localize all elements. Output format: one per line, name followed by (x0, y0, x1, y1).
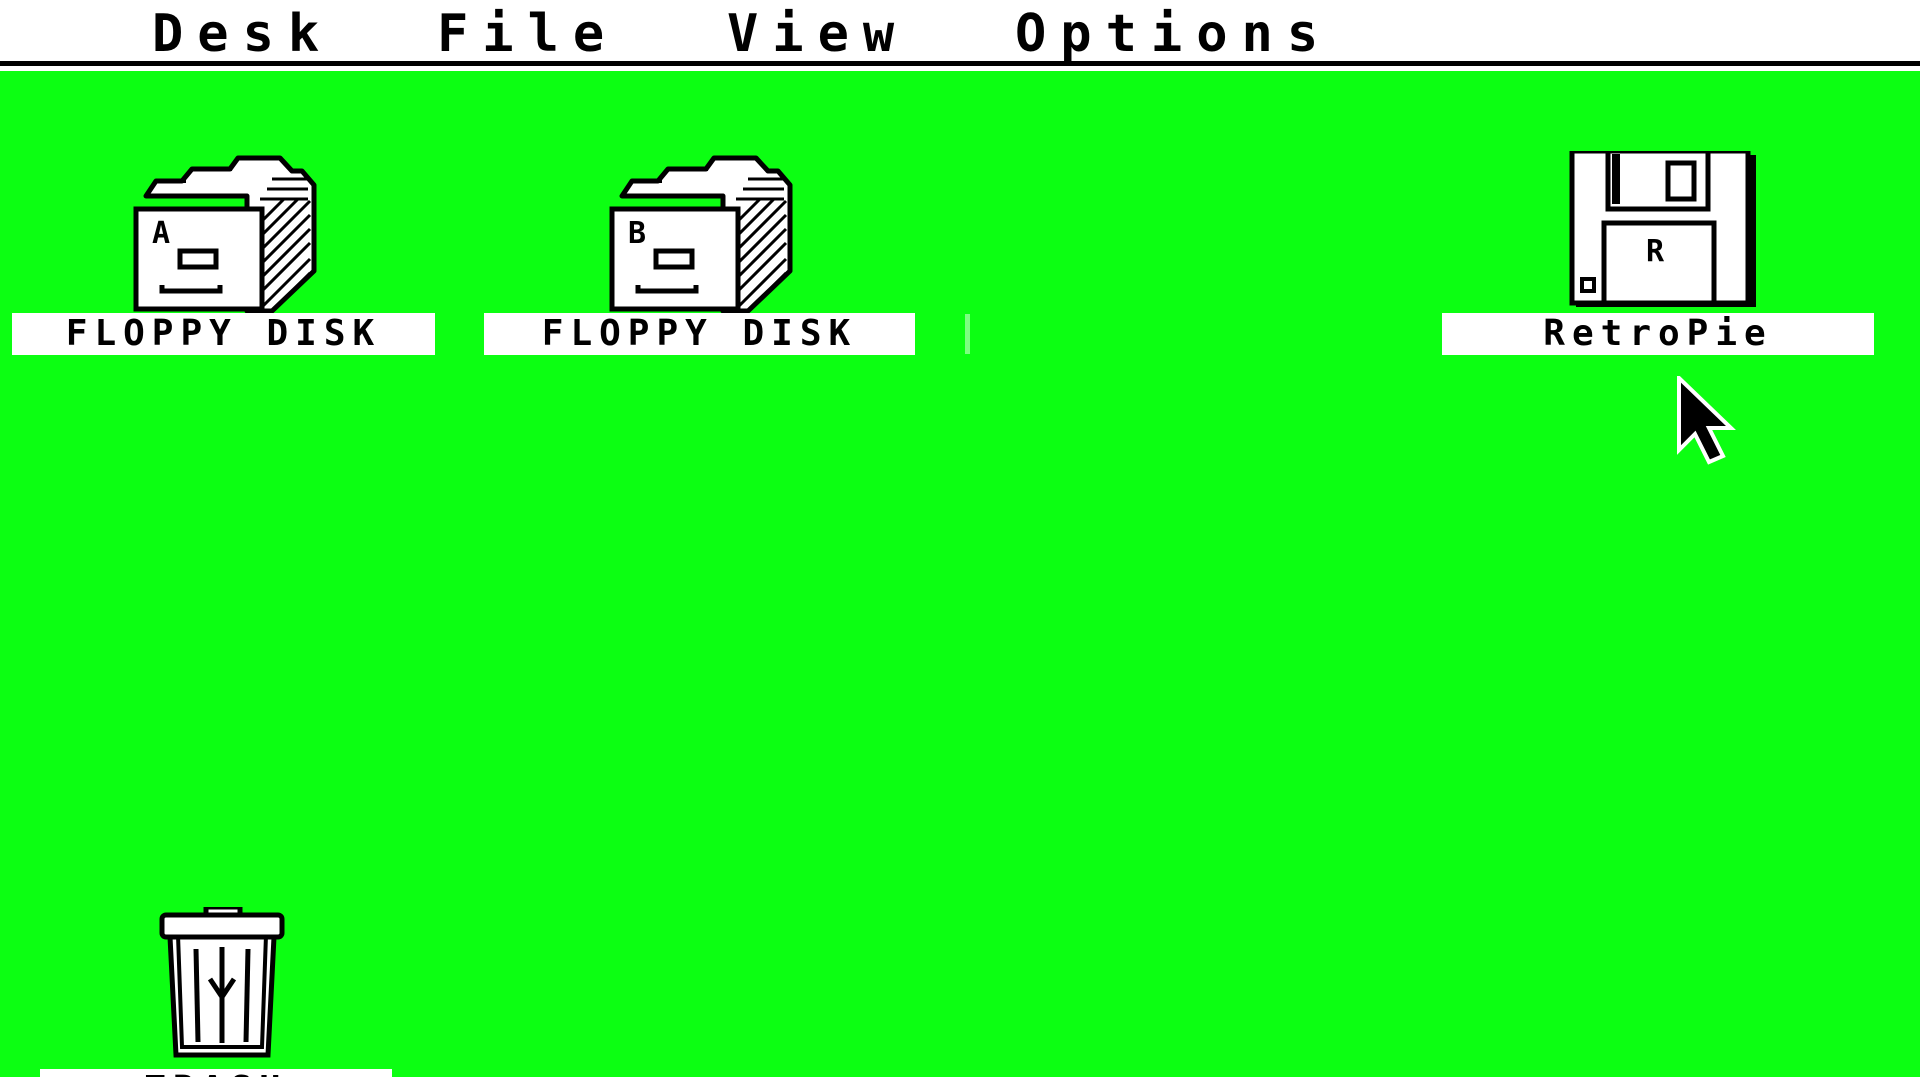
drive-letter: R (1646, 234, 1665, 269)
menu-options[interactable]: Options (1015, 6, 1332, 62)
file-cabinet-icon[interactable]: A (122, 151, 322, 313)
floppy-disk-icon[interactable]: R (1568, 151, 1758, 311)
floppy-drive-b-icon-group[interactable]: B FLOPPY DISK (484, 151, 915, 356)
file-cabinet-icon[interactable]: B (598, 151, 798, 313)
drive-letter: B (628, 216, 646, 251)
menu-bar: Desk File View Options (0, 0, 1920, 66)
floppy-drive-b-label[interactable]: FLOPPY DISK (484, 313, 915, 355)
retropie-drive-label[interactable]: RetroPie (1442, 313, 1874, 355)
trash-icon-group[interactable]: TRASH (40, 907, 392, 1080)
retropie-drive-icon-group[interactable]: R RetroPie (1442, 151, 1874, 356)
selection-remnant (965, 314, 970, 354)
floppy-drive-a-label[interactable]: FLOPPY DISK (12, 313, 435, 355)
desktop-area[interactable]: A FLOPPY DISK B FLOPPY DISK R RetroPie (0, 71, 1920, 1080)
floppy-drive-a-icon-group[interactable]: A FLOPPY DISK (12, 151, 435, 356)
trash-can-icon[interactable] (158, 907, 288, 1065)
menu-view[interactable]: View (727, 6, 908, 62)
drive-letter: A (152, 216, 170, 251)
atari-gem-desktop-screen: Desk File View Options A FLOPPY DISK B F… (0, 0, 1920, 1080)
arrow-pointer-icon (1677, 376, 1736, 465)
menu-file[interactable]: File (437, 6, 618, 62)
menu-desk[interactable]: Desk (152, 6, 333, 62)
